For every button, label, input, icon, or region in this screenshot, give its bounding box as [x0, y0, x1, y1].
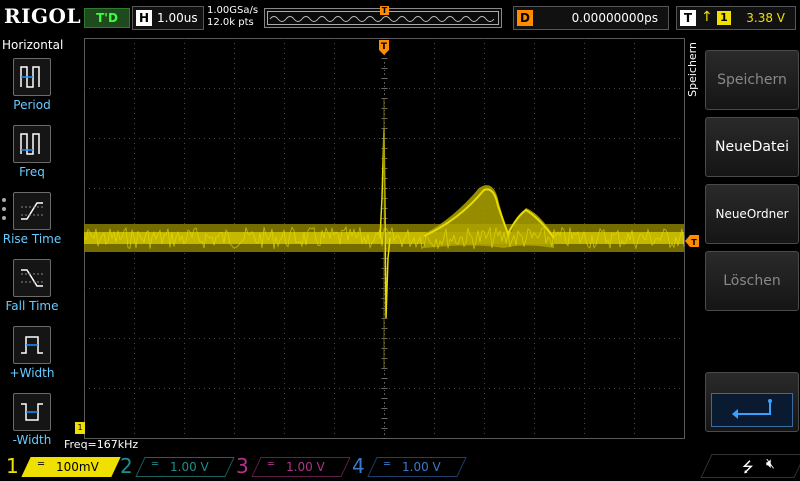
save-menu-title: Speichern	[686, 42, 699, 97]
measure-plus-width[interactable]: +Width	[0, 326, 64, 388]
save-button-label: Speichern	[717, 72, 787, 88]
new-folder-button[interactable]: NeueOrdner	[705, 184, 799, 244]
channel-3-scale: 1.00 V	[286, 460, 325, 474]
freq-label: Freq	[19, 165, 45, 179]
trigger-source: 1	[717, 11, 731, 25]
channel-bar: 1 ═ 100mV 2 ═ 1.00 V 3 ═ 1.00 V 4 ═ 1.00…	[0, 452, 800, 480]
delete-label: Löschen	[723, 273, 781, 289]
channel-2-number: 2	[120, 454, 133, 478]
rise-time-icon	[13, 192, 51, 230]
plus-width-label: +Width	[9, 366, 55, 380]
rise-time-label: Rise Time	[2, 232, 62, 246]
waveform-grid: T	[83, 38, 685, 439]
top-status-bar: RIGOL T'D H 1.00us 1.00GSa/s 12.0k pts T…	[0, 0, 800, 36]
channel-4-scale: 1.00 V	[402, 460, 441, 474]
speaker-muted-icon[interactable]: 🔇︎	[766, 456, 775, 472]
period-label: Period	[13, 98, 51, 112]
trigger-tag: T	[680, 10, 696, 26]
dc-coupling-icon: ═	[38, 459, 45, 470]
fall-time-label: Fall Time	[5, 299, 59, 313]
channel-2[interactable]: 2 ═ 1.00 V	[120, 454, 235, 478]
trigger-level: 3.38 V	[746, 11, 785, 25]
memory-trigger-marker: T	[380, 6, 389, 15]
delay-value: 0.00000000ps	[571, 11, 658, 25]
delete-button[interactable]: Löschen	[705, 251, 799, 311]
horizontal-tag: H	[136, 10, 152, 26]
timebase-value: 1.00us	[157, 11, 198, 25]
memory-overview-strip: T	[264, 6, 502, 28]
measure-rise-time[interactable]: Rise Time	[0, 192, 64, 254]
fall-time-icon	[13, 259, 51, 297]
channel-2-scale: 1.00 V	[170, 460, 209, 474]
save-menu-tab: Speichern	[685, 38, 703, 122]
channel-1[interactable]: 1 ═ 100mV	[6, 454, 121, 478]
channel-3-number: 3	[236, 454, 249, 478]
measure-menu: Horizontal Period Freq Rise Time Fall Ti…	[0, 36, 64, 452]
waveform-display[interactable]: T	[83, 38, 685, 439]
delay-tag: D	[517, 10, 533, 26]
dc-coupling-icon: ═	[152, 459, 159, 470]
plus-width-icon	[13, 326, 51, 364]
measure-minus-width[interactable]: -Width	[0, 393, 64, 455]
ch1-ground-marker: 1	[75, 422, 85, 434]
measure-menu-title: Horizontal	[2, 38, 64, 52]
dc-coupling-icon: ═	[384, 459, 391, 470]
svg-text:T: T	[381, 42, 388, 52]
measure-period[interactable]: Period	[0, 58, 64, 120]
freq-icon	[13, 125, 51, 163]
channel-1-scale: 100mV	[56, 460, 99, 474]
rigol-logo: RIGOL	[4, 4, 82, 28]
dc-coupling-icon: ═	[268, 459, 275, 470]
minus-width-label: -Width	[12, 433, 52, 447]
measure-fall-time[interactable]: Fall Time	[0, 259, 64, 321]
save-menu: Speichern Speichern NeueDatei NeueOrdner…	[685, 38, 800, 452]
run-status-badge[interactable]: T'D	[84, 8, 130, 28]
sample-rate: 1.00GSa/s	[207, 5, 259, 16]
horizontal-timebase-box[interactable]: H 1.00us	[132, 6, 204, 30]
channel-4-number: 4	[352, 454, 365, 478]
new-folder-label: NeueOrdner	[715, 207, 789, 221]
rising-edge-icon: ↑	[701, 9, 713, 25]
return-arrow-icon	[711, 393, 793, 427]
period-icon	[13, 58, 51, 96]
usb-icon: ⭍	[742, 460, 754, 476]
channel-3[interactable]: 3 ═ 1.00 V	[236, 454, 351, 478]
delay-box[interactable]: D 0.00000000ps	[513, 6, 669, 30]
freq-measurement: Freq=167kHz	[64, 438, 139, 451]
new-file-label: NeueDatei	[715, 139, 789, 155]
save-button[interactable]: Speichern	[705, 50, 799, 110]
channel-4[interactable]: 4 ═ 1.00 V	[352, 454, 467, 478]
new-file-button[interactable]: NeueDatei	[705, 117, 799, 177]
trigger-box[interactable]: T ↑ 1 3.38 V	[676, 6, 796, 30]
measure-freq[interactable]: Freq	[0, 125, 64, 187]
acquisition-info: 1.00GSa/s 12.0k pts	[207, 5, 258, 29]
channel-1-number: 1	[6, 454, 19, 478]
memory-depth: 12.0k pts	[207, 17, 254, 28]
back-button[interactable]	[705, 372, 799, 432]
minus-width-icon	[13, 393, 51, 431]
